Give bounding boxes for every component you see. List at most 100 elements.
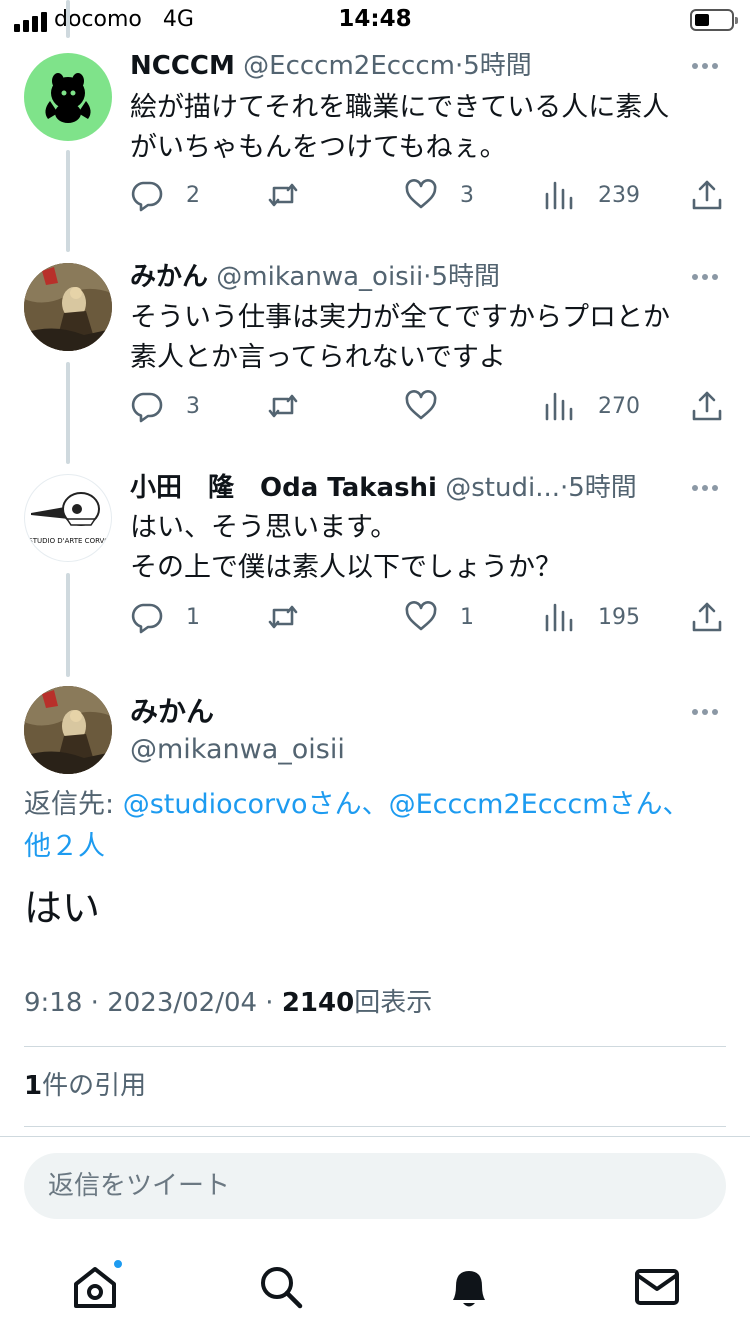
tweet-header: NCCCM @Ecccm2Ecccm·5時間 — [130, 48, 680, 84]
timestamp[interactable]: 5時間 — [568, 473, 637, 503]
avatar-logo-text: STUDIO D'ARTE CORVO — [28, 537, 110, 545]
share-button[interactable] — [690, 597, 724, 637]
retweet-icon — [268, 394, 298, 418]
more-icon[interactable] — [692, 702, 722, 722]
reply-count: 2 — [186, 182, 200, 208]
home-icon — [74, 1267, 116, 1308]
composer-divider — [0, 1136, 750, 1137]
avatar-creature-image — [45, 73, 91, 123]
more-icon[interactable] — [692, 478, 722, 498]
timestamp[interactable]: 5時間 — [431, 262, 500, 292]
action-bar: 3 270 — [0, 386, 750, 426]
search-icon — [261, 1267, 303, 1309]
views-total[interactable]: 2140 — [282, 988, 354, 1018]
user-handle[interactable]: @mikanwa_oisii — [130, 731, 345, 769]
avatar-painting-image — [24, 686, 112, 774]
like-count: 3 — [460, 182, 474, 208]
avatar-painting-image — [24, 263, 112, 351]
avatar[interactable]: STUDIO D'ARTE CORVO — [24, 474, 112, 562]
reply-san: さん、 — [307, 789, 389, 820]
reply-to-line: 返信先: @studiocorvoさん、@Ecccm2Ecccmさん、 他２人 — [24, 784, 724, 868]
divider — [24, 1046, 726, 1047]
post-date[interactable]: 2023/02/04 — [107, 988, 257, 1018]
reply-button[interactable]: 3 — [130, 386, 200, 426]
like-button[interactable]: 1 — [404, 597, 474, 637]
like-count: 1 — [460, 604, 474, 630]
retweet-button[interactable] — [266, 597, 322, 637]
quote-tweets-link[interactable]: 1件の引用 — [24, 1067, 146, 1105]
battery-icon — [690, 9, 738, 31]
share-icon — [692, 602, 722, 632]
tweet-text: はい、そう思います。 その上で僕は素人以下でしょうか？ — [130, 512, 562, 583]
user-handle[interactable]: @mikanwa_oisii — [216, 262, 423, 292]
views-icon — [545, 181, 573, 210]
display-name[interactable]: NCCCM — [130, 51, 235, 81]
timestamp[interactable]: 5時間 — [463, 51, 532, 81]
tweet-text: そういう仕事は実力が全てですからプロとか 素人とか言ってられないですよ — [130, 302, 670, 373]
reply-composer[interactable] — [24, 1153, 726, 1219]
avatar[interactable] — [24, 53, 112, 141]
reply-icon — [131, 603, 163, 634]
quote-count: 1 — [24, 1071, 43, 1101]
notification-dot — [112, 1258, 124, 1270]
separator-dot: · — [257, 988, 282, 1018]
share-button[interactable] — [690, 175, 724, 215]
reply-user-link[interactable]: @Ecccm2Ecccm — [389, 789, 609, 820]
tab-notifications[interactable] — [444, 1262, 494, 1312]
like-icon — [405, 179, 437, 209]
user-handle[interactable]: @studi... — [445, 473, 560, 503]
more-icon[interactable] — [692, 267, 722, 287]
display-name[interactable]: みかん — [130, 693, 214, 731]
like-button[interactable] — [404, 386, 460, 426]
like-button[interactable]: 3 — [404, 175, 474, 215]
reply-user-link[interactable]: @studiocorvo — [123, 789, 308, 820]
view-count: 270 — [598, 393, 640, 419]
tab-messages[interactable] — [632, 1262, 682, 1312]
reply-button[interactable]: 2 — [130, 175, 200, 215]
share-icon — [692, 180, 722, 210]
view-count: 195 — [598, 604, 640, 630]
tab-bar — [0, 1250, 750, 1334]
thread-line — [66, 0, 70, 38]
messages-icon — [635, 1269, 679, 1305]
avatar-skull-logo: STUDIO D'ARTE CORVO — [28, 492, 110, 545]
status-bar: docomo 4G 14:48 — [0, 0, 750, 40]
retweet-icon — [268, 183, 298, 207]
action-bar: 1 1 195 — [0, 597, 750, 637]
tweet-header: みかん @mikanwa_oisii·5時間 — [130, 259, 680, 295]
reply-icon — [131, 392, 163, 423]
tab-search[interactable] — [256, 1262, 306, 1312]
retweet-button[interactable] — [266, 175, 322, 215]
reply-san: さん、 — [608, 789, 690, 820]
reply-button[interactable]: 1 — [130, 597, 200, 637]
views-label: 回表示 — [354, 988, 433, 1018]
user-handle[interactable]: @Ecccm2Ecccm — [243, 51, 455, 81]
reply-input[interactable] — [48, 1153, 688, 1219]
tab-home[interactable] — [70, 1258, 124, 1312]
more-icon[interactable] — [692, 56, 722, 76]
views-button[interactable]: 239 — [542, 175, 640, 215]
retweet-button[interactable] — [266, 386, 322, 426]
views-icon — [545, 392, 573, 421]
reply-to-prefix: 返信先: — [24, 789, 123, 820]
tweet-meta: 9:18 · 2023/02/04 · 2140回表示 — [24, 984, 432, 1022]
tweet-header: 小田 隆 Oda Takashi @studi...·5時間 — [130, 470, 680, 506]
display-name[interactable]: みかん — [130, 262, 208, 292]
avatar[interactable] — [24, 686, 112, 774]
like-icon — [405, 390, 437, 420]
action-bar: 2 3 239 — [0, 175, 750, 215]
reply-others-link[interactable]: 他２人 — [24, 831, 105, 862]
views-button[interactable]: 270 — [542, 386, 640, 426]
share-button[interactable] — [690, 386, 724, 426]
separator-dot: · — [82, 988, 108, 1018]
divider — [24, 1126, 726, 1127]
post-time[interactable]: 9:18 — [24, 988, 82, 1018]
separator-dot: · — [454, 51, 464, 81]
avatar[interactable] — [24, 263, 112, 351]
quote-label: 件の引用 — [42, 1071, 147, 1101]
share-icon — [692, 391, 722, 421]
display-name[interactable]: 小田 隆 Oda Takashi — [130, 473, 437, 503]
views-icon — [545, 603, 573, 632]
status-time: 14:48 — [338, 6, 412, 32]
views-button[interactable]: 195 — [542, 597, 640, 637]
